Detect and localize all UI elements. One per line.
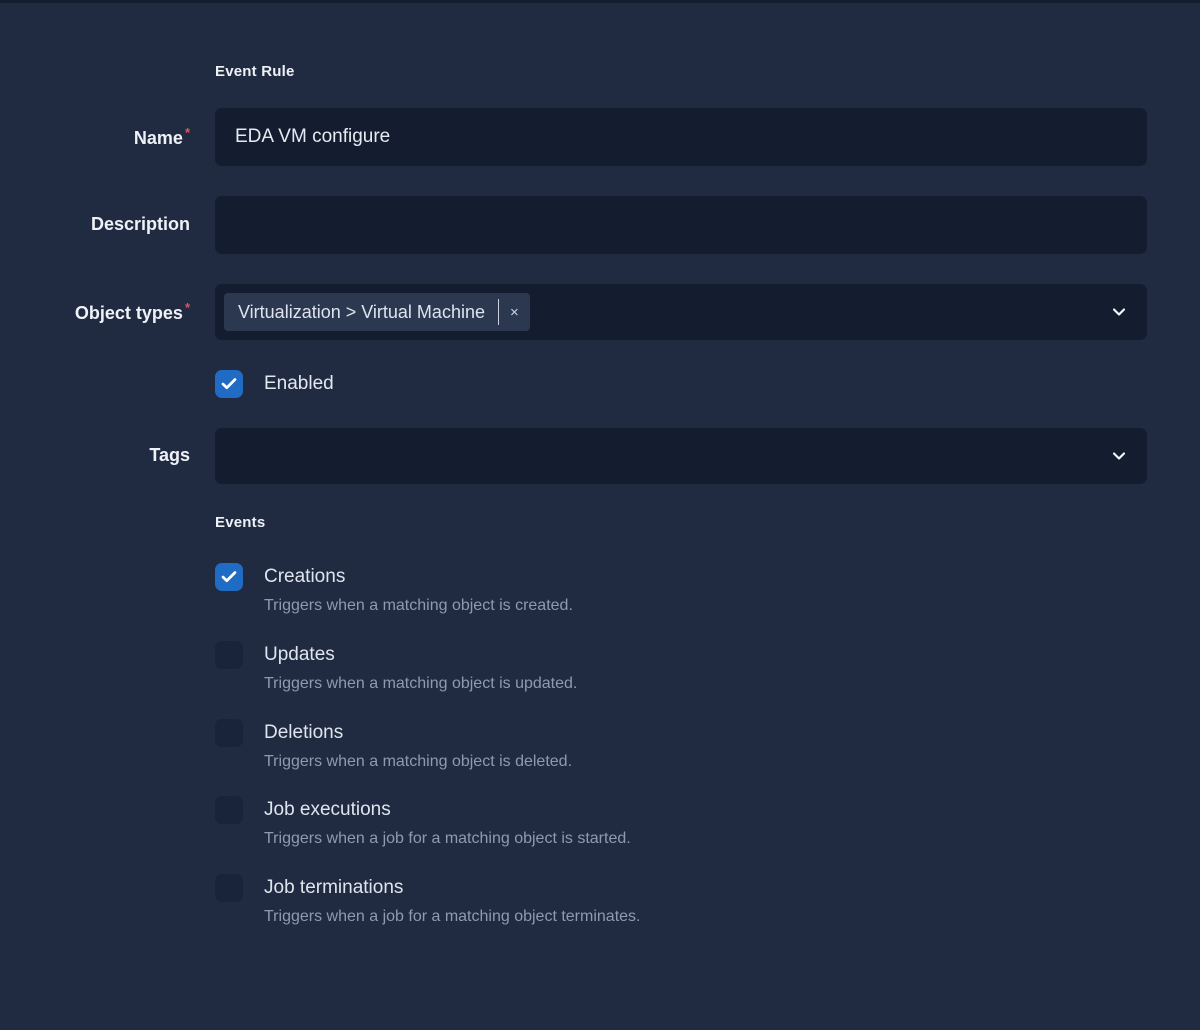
event-label-job-terminations[interactable]: Job terminations bbox=[264, 874, 640, 902]
event-checkbox-creations[interactable] bbox=[215, 563, 243, 591]
event-description-creations: Triggers when a matching object is creat… bbox=[264, 596, 573, 617]
event-text: Deletions Triggers when a matching objec… bbox=[264, 719, 572, 773]
description-field-row: Description bbox=[0, 196, 1200, 254]
chevron-down-icon[interactable] bbox=[1108, 445, 1130, 467]
event-description-updates: Triggers when a matching object is updat… bbox=[264, 674, 577, 695]
event-label-updates[interactable]: Updates bbox=[264, 641, 577, 669]
event-label-creations[interactable]: Creations bbox=[264, 563, 573, 591]
description-input[interactable] bbox=[215, 196, 1147, 254]
object-type-chip: Virtualization > Virtual Machine × bbox=[224, 293, 530, 331]
object-type-chip-label: Virtualization > Virtual Machine bbox=[238, 302, 485, 323]
event-item-deletions: Deletions Triggers when a matching objec… bbox=[215, 719, 1147, 773]
event-description-job-executions: Triggers when a job for a matching objec… bbox=[264, 829, 631, 850]
required-asterisk: * bbox=[185, 125, 190, 140]
event-text: Job terminations Triggers when a job for… bbox=[264, 874, 640, 928]
enabled-label[interactable]: Enabled bbox=[264, 373, 334, 395]
name-label: Name* bbox=[0, 125, 190, 150]
event-text: Updates Triggers when a matching object … bbox=[264, 641, 577, 695]
event-rule-form: Event Rule Name* Description Object type… bbox=[0, 0, 1200, 928]
event-description-job-terminations: Triggers when a job for a matching objec… bbox=[264, 907, 640, 928]
chip-remove-icon[interactable]: × bbox=[498, 299, 530, 325]
event-checkbox-deletions[interactable] bbox=[215, 719, 243, 747]
tags-field-row: Tags bbox=[0, 428, 1200, 484]
event-item-job-terminations: Job terminations Triggers when a job for… bbox=[215, 874, 1147, 928]
object-types-select[interactable]: Virtualization > Virtual Machine × bbox=[215, 284, 1147, 340]
event-description-deletions: Triggers when a matching object is delet… bbox=[264, 752, 572, 773]
section-heading-event-rule: Event Rule bbox=[215, 63, 1200, 80]
enabled-field-row: Enabled bbox=[0, 370, 1200, 398]
required-asterisk: * bbox=[185, 300, 190, 315]
event-item-job-executions: Job executions Triggers when a job for a… bbox=[215, 796, 1147, 850]
chevron-down-icon[interactable] bbox=[1108, 301, 1130, 323]
enabled-check-line: Enabled bbox=[215, 370, 1147, 398]
object-types-field-row: Object types* Virtualization > Virtual M… bbox=[0, 284, 1200, 340]
tags-select[interactable] bbox=[215, 428, 1147, 484]
event-item-creations: Creations Triggers when a matching objec… bbox=[215, 563, 1147, 617]
description-label: Description bbox=[0, 214, 190, 236]
name-input[interactable] bbox=[215, 108, 1147, 166]
event-checkbox-job-terminations[interactable] bbox=[215, 874, 243, 902]
object-types-label: Object types* bbox=[0, 300, 190, 325]
event-text: Creations Triggers when a matching objec… bbox=[264, 563, 573, 617]
event-checkbox-updates[interactable] bbox=[215, 641, 243, 669]
tags-label: Tags bbox=[0, 445, 190, 467]
event-text: Job executions Triggers when a job for a… bbox=[264, 796, 631, 850]
enabled-checkbox[interactable] bbox=[215, 370, 243, 398]
event-item-updates: Updates Triggers when a matching object … bbox=[215, 641, 1147, 695]
event-label-deletions[interactable]: Deletions bbox=[264, 719, 572, 747]
name-field-row: Name* bbox=[0, 108, 1200, 166]
event-checkbox-job-executions[interactable] bbox=[215, 796, 243, 824]
event-label-job-executions[interactable]: Job executions bbox=[264, 796, 631, 824]
section-heading-events: Events bbox=[215, 514, 1200, 531]
